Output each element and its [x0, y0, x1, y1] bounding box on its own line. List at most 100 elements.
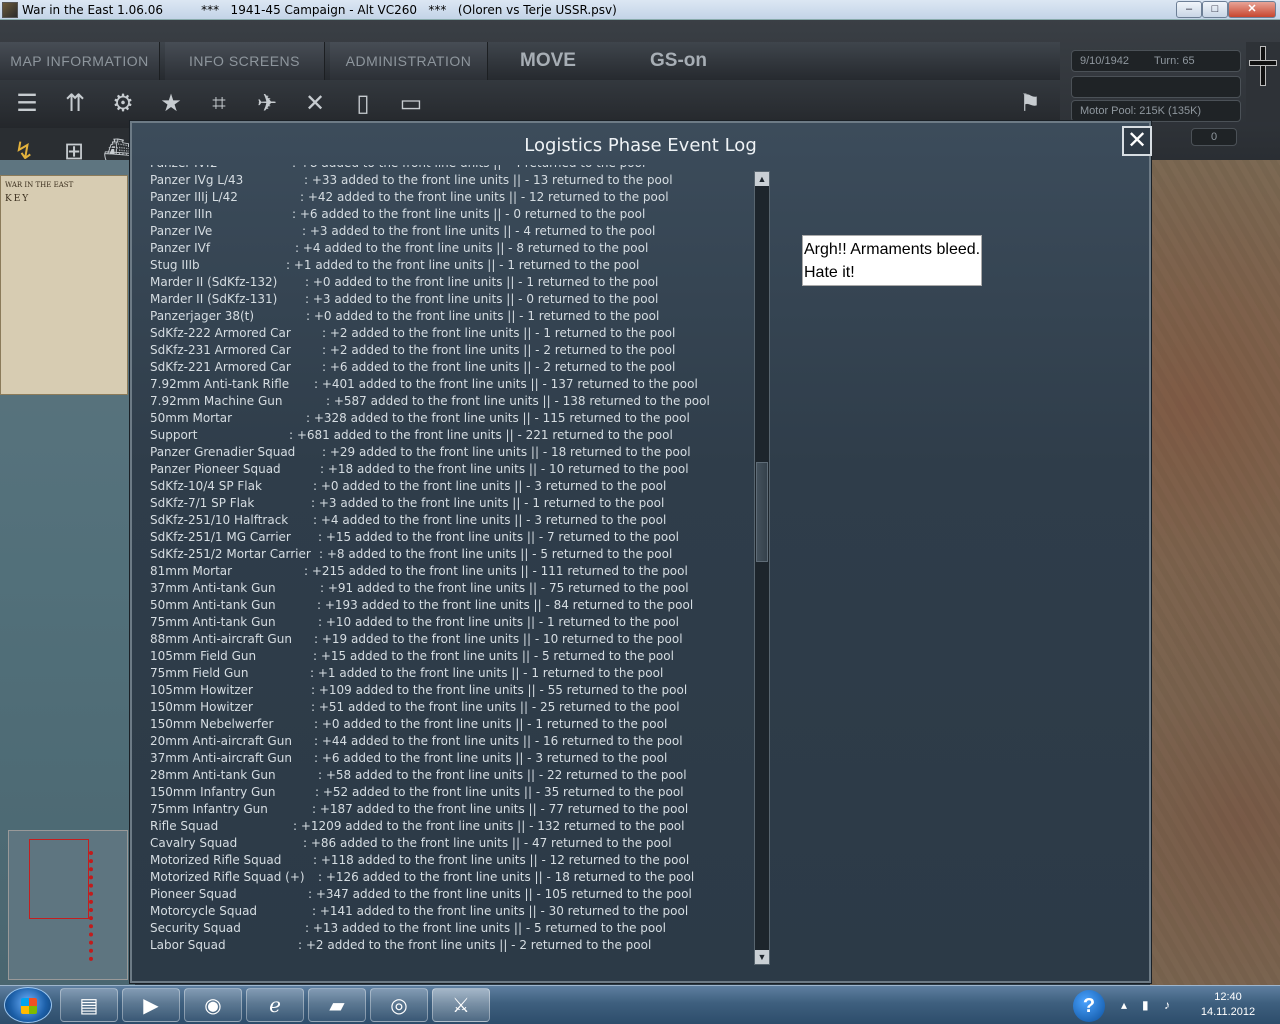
scrollbar-thumb[interactable]: [756, 462, 768, 562]
map-right-area[interactable]: [1150, 160, 1280, 985]
sticky-notes-icon[interactable]: ▰: [308, 988, 366, 1022]
war-in-the-east-icon[interactable]: ⚔: [432, 988, 490, 1022]
minimap-viewport[interactable]: [29, 839, 89, 919]
phase-move-label[interactable]: MOVE: [520, 42, 576, 80]
minimize-button[interactable]: –: [1176, 1, 1202, 18]
show-hidden-icons-icon[interactable]: ▴: [1121, 998, 1127, 1012]
media-player-icon[interactable]: ▶: [122, 988, 180, 1022]
layers-icon[interactable]: ☰: [9, 86, 45, 122]
log-row: Panzer IVf : +4 added to the front line u…: [150, 240, 750, 257]
log-row: SdKfz-251/1 MG Carrier: +15 added to the…: [150, 529, 750, 546]
menu-bar: MAP INFORMATION INFO SCREENS ADMINISTRAT…: [0, 42, 1060, 80]
empty-info-box: [1071, 76, 1241, 98]
log-row: SdKfz-251/10 Halftrack: +4 added to the …: [150, 512, 750, 529]
gear-icon[interactable]: ⚙: [105, 86, 141, 122]
aircraft-icon[interactable]: ✈: [249, 86, 285, 122]
log-row: Security Squad: +13 added to the front l…: [150, 920, 750, 937]
system-clock[interactable]: 12:40 14.11.2012: [1193, 990, 1263, 1020]
log-row-transfer-stats: : +2 added to the front line units || - …: [322, 326, 676, 340]
log-row: Labor Squad: +2 added to the front line …: [150, 937, 750, 954]
units-icon[interactable]: ⇈: [57, 86, 93, 122]
log-row-equipment-name: 7.92mm Anti-tank Rifle: [150, 377, 290, 391]
log-row-equipment-name: 105mm Howitzer: [150, 683, 253, 697]
minimap[interactable]: [8, 830, 128, 980]
satellite-icon[interactable]: ✕: [297, 86, 333, 122]
dialog-close-button[interactable]: ✕: [1122, 126, 1152, 156]
tab-administration[interactable]: ADMINISTRATION: [330, 42, 488, 80]
spotify-icon[interactable]: ◎: [370, 988, 428, 1022]
log-scrollbar[interactable]: ▲ ▼: [754, 171, 770, 965]
log-row: Panzer IIIn: +6 added to the front line …: [150, 206, 750, 223]
log-row-equipment-name: Panzer IVf: [150, 241, 211, 255]
volume-icon[interactable]: ♪: [1164, 998, 1170, 1012]
log-row-equipment-name: 75mm Field Gun: [150, 666, 249, 680]
clipboard-icon[interactable]: ▭: [393, 86, 429, 122]
log-row-transfer-stats: : +347 added to the front line units || …: [308, 887, 692, 901]
explorer-icon[interactable]: ▤: [60, 988, 118, 1022]
log-row-equipment-name: 88mm Anti-aircraft Gun: [150, 632, 292, 646]
log-row: 150mm Howitzer: +51 added to the front l…: [150, 699, 750, 716]
counter-box: 0: [1191, 128, 1237, 146]
clock-date: 14.11.2012: [1200, 1006, 1256, 1018]
scroll-up-arrow-icon[interactable]: ▲: [755, 172, 769, 186]
log-row: Marder II (SdKfz-131): +3 added to the f…: [150, 291, 750, 308]
log-row-equipment-name: Motorized Rifle Squad (+): [150, 870, 305, 884]
log-row-transfer-stats: : +1 added to the front line units || - …: [286, 258, 640, 272]
log-row-equipment-name: Pioneer Squad: [150, 887, 237, 901]
log-row: 20mm Anti-aircraft Gun: +44 added to the…: [150, 733, 750, 750]
hp-icon[interactable]: ◉: [184, 988, 242, 1022]
log-row-equipment-name: SdKfz-222 Armored Car: [150, 326, 291, 340]
tab-info-screens[interactable]: INFO SCREENS: [165, 42, 325, 80]
log-row: 7.92mm Machine Gun: +587 added to the fr…: [150, 393, 750, 410]
log-row-equipment-name: SdKfz-251/10 Halftrack: [150, 513, 289, 527]
event-log-list: Panzer IVf2: +8 added to the front line …: [150, 165, 750, 954]
log-row: SdKfz-7/1 SP Flak: +3 added to the front…: [150, 495, 750, 512]
log-row-equipment-name: Rifle Squad: [150, 819, 219, 833]
gs-toggle[interactable]: GS-on: [650, 42, 707, 80]
log-row: Panzer Pioneer Squad: +18 added to the f…: [150, 461, 750, 478]
log-row-equipment-name: 75mm Anti-tank Gun: [150, 615, 276, 629]
log-row-transfer-stats: : +6 added to the front line units || - …: [314, 751, 668, 765]
maximize-button[interactable]: □: [1202, 1, 1228, 18]
log-row-equipment-name: Motorcycle Squad: [150, 904, 258, 918]
log-row: Motorcycle Squad : +141 added to the fron…: [150, 903, 750, 920]
window-title: War in the East 1.06.06 *** 1941-45 Camp…: [22, 3, 617, 17]
log-row-transfer-stats: : +6 added to the front line units || - …: [322, 360, 676, 374]
log-row: 75mm Field Gun: +1 added to the front li…: [150, 665, 750, 682]
tab-map-information[interactable]: MAP INFORMATION: [0, 42, 160, 80]
log-row: Stug IIIb: +1 added to the front line un…: [150, 257, 750, 274]
log-row: SdKfz-251/2 Mortar Carrier: +8 added to …: [150, 546, 750, 563]
clock-time: 12:40: [1214, 991, 1242, 1003]
app-icon: [2, 2, 18, 18]
log-row-transfer-stats: : +19 added to the front line units || -…: [314, 632, 683, 646]
log-row-equipment-name: Panzer Grenadier Squad: [150, 445, 296, 459]
network-icon[interactable]: ▮: [1142, 998, 1149, 1012]
log-row-equipment-name: 28mm Anti-tank Gun: [150, 768, 276, 782]
turn-label: Turn: 65: [1154, 55, 1195, 67]
log-row-transfer-stats: : +587 added to the front line units || …: [326, 394, 710, 408]
star-icon[interactable]: ★: [153, 86, 189, 122]
taskbar: ▤ ▶ ◉ ℯ ▰ ◎ ⚔ ? ▴ ▮ ♪ 12:40 14.11.2012: [0, 985, 1280, 1024]
log-row-equipment-name: 20mm Anti-aircraft Gun: [150, 734, 292, 748]
close-window-button[interactable]: ✕: [1228, 1, 1276, 18]
internet-explorer-icon[interactable]: ℯ: [246, 988, 304, 1022]
flag-icon[interactable]: ⚑: [1012, 86, 1048, 122]
log-row-equipment-name: Cavalry Squad: [150, 836, 238, 850]
rail-icon[interactable]: ▯: [345, 86, 381, 122]
log-row: SdKfz-231 Armored Car: +2 added to the f…: [150, 342, 750, 359]
date-label: 9/10/1942: [1080, 55, 1129, 67]
help-icon[interactable]: ?: [1073, 990, 1105, 1022]
log-row-equipment-name: 50mm Anti-tank Gun: [150, 598, 276, 612]
log-row: Panzer IVf2: +8 added to the front line …: [150, 165, 750, 172]
hex-grid-icon[interactable]: ⌗: [201, 86, 237, 122]
log-row-transfer-stats: : +91 added to the front line units || -…: [320, 581, 689, 595]
log-row: Panzer IVe: +3 added to the front line u…: [150, 223, 750, 240]
log-row-transfer-stats: : +13 added to the front line units || -…: [305, 921, 666, 935]
window-titlebar: War in the East 1.06.06 *** 1941-45 Camp…: [0, 0, 1280, 20]
scroll-down-arrow-icon[interactable]: ▼: [755, 950, 769, 964]
event-log-viewport[interactable]: Panzer IVf2: +8 added to the front line …: [150, 165, 750, 965]
log-row-transfer-stats: : +4 added to the front line units || - …: [295, 241, 649, 255]
start-button[interactable]: [4, 987, 52, 1023]
log-row-transfer-stats: : +29 added to the front line units || -…: [322, 445, 691, 459]
log-row-transfer-stats: : +141 added to the front line units || …: [312, 904, 689, 918]
